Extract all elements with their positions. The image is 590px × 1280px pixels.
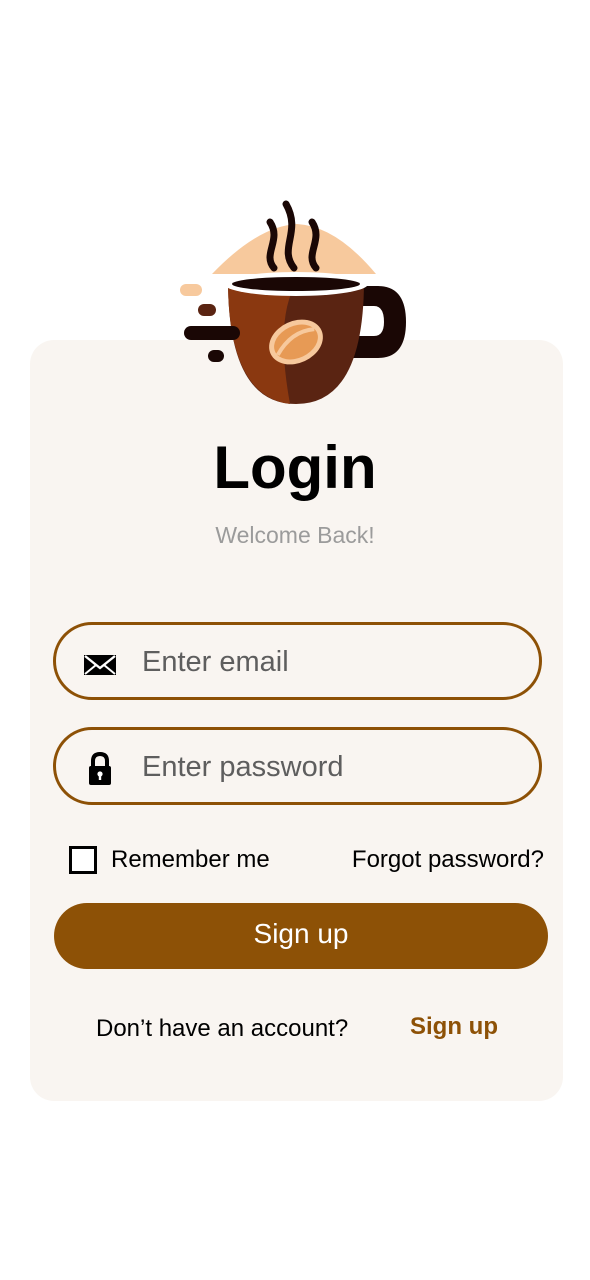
envelope-icon (84, 655, 116, 675)
no-account-text: Don’t have an account? (96, 1015, 349, 1042)
password-input[interactable] (142, 742, 522, 792)
page-title: Login (213, 434, 377, 501)
lock-icon (89, 752, 111, 785)
sign-up-link[interactable]: Sign up (410, 1012, 498, 1042)
remember-me-label: Remember me (111, 846, 270, 873)
remember-me-checkbox[interactable] (69, 846, 97, 874)
forgot-password-link[interactable]: Forgot password? (352, 846, 544, 874)
welcome-subtitle: Welcome Back! (215, 522, 375, 548)
password-field-container[interactable] (53, 727, 542, 805)
coffee-cup-logo (180, 200, 406, 404)
email-input[interactable] (142, 637, 522, 687)
remember-me-toggle[interactable]: Remember me (69, 846, 270, 874)
sign-up-button[interactable]: Sign up (54, 903, 548, 969)
email-field-container[interactable] (53, 622, 542, 700)
